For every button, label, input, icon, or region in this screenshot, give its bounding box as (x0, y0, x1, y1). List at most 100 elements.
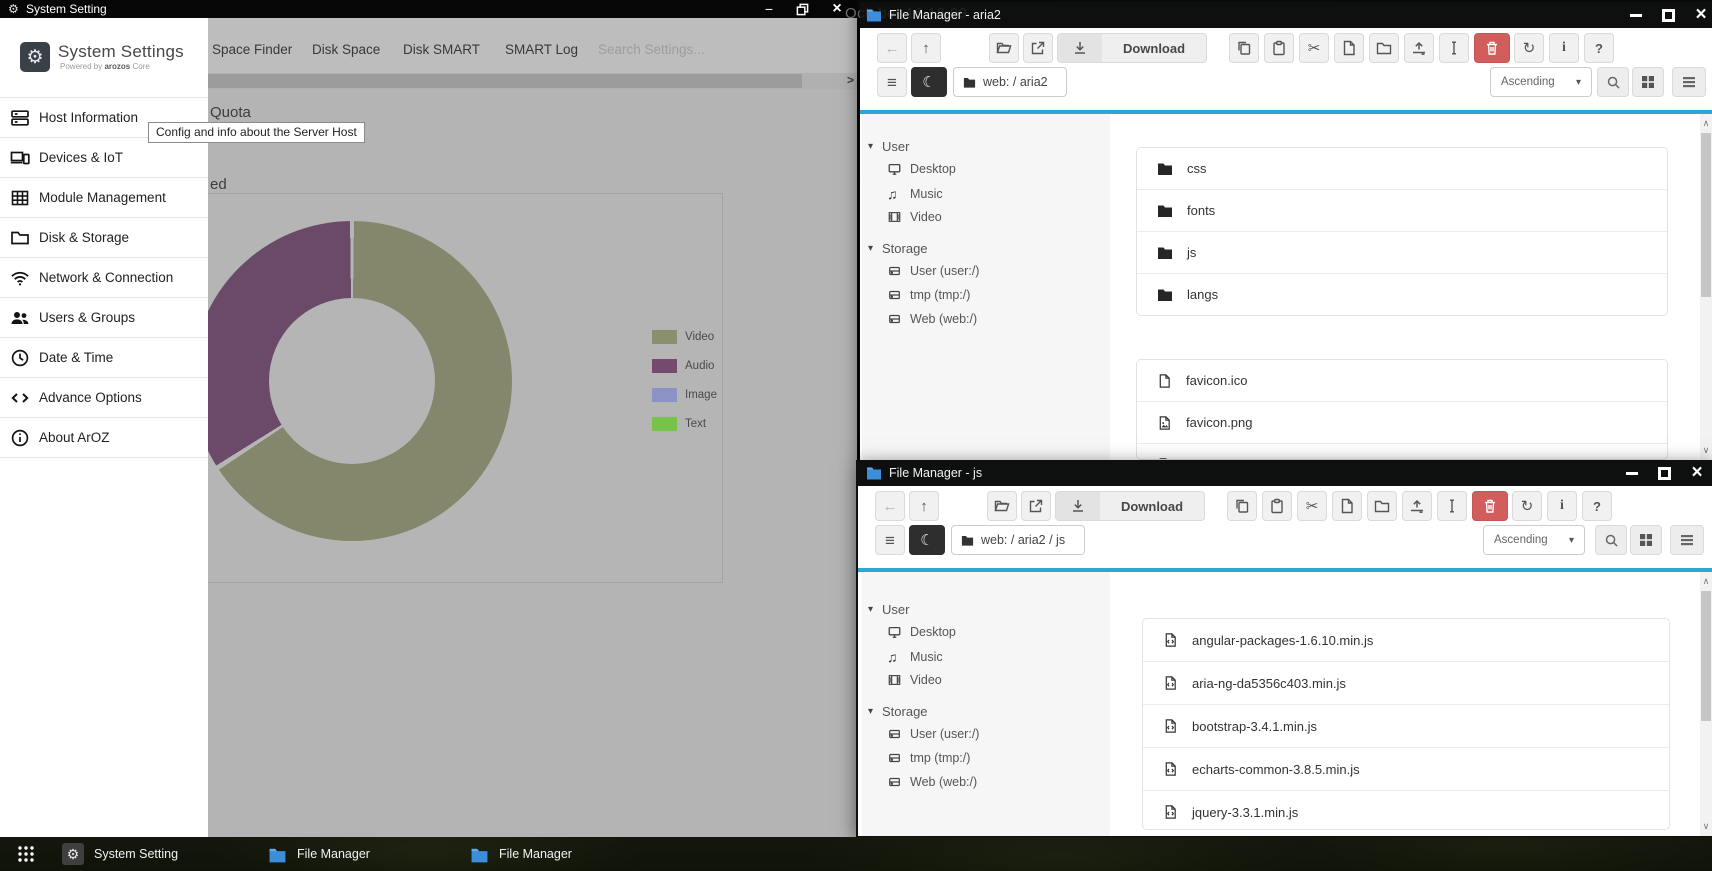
filemanager-titlebar[interactable]: File Manager - aria2 × (860, 2, 1712, 28)
scroll-up-icon[interactable]: ∧ (1700, 118, 1712, 129)
sidebar-item-network-connection[interactable]: Network & Connection (0, 258, 208, 298)
sidebar-item-about-aroz[interactable]: About ArOZ (0, 418, 208, 458)
sidebar-item-disk-storage[interactable]: Disk & Storage (0, 218, 208, 258)
open-external-button[interactable] (1023, 33, 1053, 63)
properties-button[interactable]: i (1549, 33, 1579, 63)
folder-row-fonts[interactable]: fonts (1137, 190, 1667, 232)
search-button[interactable] (1597, 67, 1629, 97)
list-view-button[interactable] (1672, 67, 1706, 97)
scroll-right-icon[interactable]: > (847, 73, 854, 87)
refresh-button[interactable]: ↻ (1512, 491, 1542, 521)
search-button[interactable] (1595, 525, 1627, 555)
maximize-button[interactable] (1658, 467, 1671, 480)
minimize-button[interactable]: − (758, 0, 780, 18)
vertical-scrollbar[interactable]: ∧ ∨ (1700, 114, 1712, 460)
app-launcher-button[interactable] (8, 837, 44, 871)
task-system-setting[interactable]: ⚙ System Setting (62, 837, 178, 871)
breadcrumb[interactable]: web: / aria2 (953, 67, 1067, 97)
file-row-index-html[interactable]: index.html (1137, 444, 1667, 460)
tree-section-storage[interactable]: ▾Storage (868, 241, 928, 256)
sidebar-item-module-management[interactable]: Module Management (0, 178, 208, 218)
rename-button[interactable] (1439, 33, 1469, 63)
close-button[interactable]: × (1686, 462, 1708, 484)
help-button[interactable]: ? (1584, 33, 1614, 63)
tab-disk-space[interactable]: Disk Space (312, 42, 380, 57)
tree-item-video[interactable]: Video (887, 673, 942, 687)
tree-item-user-drive[interactable]: User (user:/) (887, 727, 979, 741)
sidebar-item-advance-options[interactable]: Advance Options (0, 378, 208, 418)
tree-section-user[interactable]: ▾User (868, 139, 909, 154)
tree-section-storage[interactable]: ▾Storage (868, 704, 928, 719)
new-folder-button[interactable] (1369, 33, 1399, 63)
help-button[interactable]: ? (1582, 491, 1612, 521)
open-folder-button[interactable] (987, 491, 1017, 521)
vertical-scrollbar[interactable]: ∧ ∨ (1700, 572, 1712, 836)
paste-button[interactable] (1262, 491, 1292, 521)
list-view-button[interactable] (1670, 525, 1704, 555)
tab-smart-log[interactable]: SMART Log (505, 42, 578, 57)
file-row-favicon-ico[interactable]: favicon.ico (1137, 360, 1667, 402)
rename-button[interactable] (1437, 491, 1467, 521)
tree-item-tmp-drive[interactable]: tmp (tmp:/) (887, 288, 970, 302)
tabbar-horizontal-scrollbar[interactable]: > (208, 73, 857, 89)
settings-search-input[interactable]: Search Settings... (598, 42, 705, 57)
copy-button[interactable] (1229, 33, 1259, 63)
file-row-angular[interactable]: angular-packages-1.6.10.min.js (1143, 619, 1669, 662)
sidebar-item-users-groups[interactable]: Users & Groups (0, 298, 208, 338)
file-row-aria-ng[interactable]: aria-ng-da5356c403.min.js (1143, 662, 1669, 705)
folder-row-langs[interactable]: langs (1137, 274, 1667, 315)
delete-button[interactable] (1472, 491, 1508, 521)
legend-item-audio[interactable]: Audio (652, 359, 714, 373)
download-button[interactable]: Download (1057, 33, 1207, 63)
menu-button[interactable]: ≡ (875, 525, 905, 555)
grid-view-button[interactable] (1632, 67, 1664, 97)
tree-item-music[interactable]: ♫Music (887, 186, 943, 202)
breadcrumb[interactable]: web: / aria2 / js (951, 525, 1085, 555)
system-settings-titlebar[interactable]: ⚙ System Setting − × (0, 0, 857, 18)
up-button[interactable]: ↑ (909, 491, 939, 521)
cut-button[interactable]: ✂ (1297, 491, 1327, 521)
open-folder-button[interactable] (989, 33, 1019, 63)
tab-disk-smart[interactable]: Disk SMART (403, 42, 480, 57)
scroll-down-icon[interactable]: ∨ (1700, 445, 1712, 456)
refresh-button[interactable]: ↻ (1514, 33, 1544, 63)
delete-button[interactable] (1474, 33, 1510, 63)
paste-button[interactable] (1264, 33, 1294, 63)
dark-mode-button[interactable]: ☾ (909, 525, 945, 555)
properties-button[interactable]: i (1547, 491, 1577, 521)
tree-item-video[interactable]: Video (887, 210, 942, 224)
restore-button[interactable] (792, 2, 812, 16)
upload-button[interactable] (1402, 491, 1432, 521)
sort-order-select[interactable]: Ascending ▾ (1490, 67, 1592, 97)
close-button[interactable]: × (1690, 4, 1712, 26)
tree-item-web-drive[interactable]: Web (web:/) (887, 312, 977, 326)
sidebar-item-devices-iot[interactable]: Devices & IoT (0, 138, 208, 178)
tree-item-desktop[interactable]: Desktop (887, 162, 956, 176)
filemanager-titlebar[interactable]: File Manager - js × (858, 460, 1712, 486)
grid-view-button[interactable] (1630, 525, 1662, 555)
minimize-button[interactable] (1626, 472, 1638, 475)
menu-button[interactable]: ≡ (877, 67, 907, 97)
scrollbar-thumb[interactable] (208, 74, 802, 88)
upload-button[interactable] (1404, 33, 1434, 63)
folder-row-css[interactable]: css (1137, 148, 1667, 190)
maximize-button[interactable] (1662, 9, 1675, 22)
legend-item-image[interactable]: Image (652, 388, 717, 402)
dark-mode-button[interactable]: ☾ (911, 67, 947, 97)
copy-button[interactable] (1227, 491, 1257, 521)
file-row-favicon-png[interactable]: favicon.png (1137, 402, 1667, 444)
new-file-button[interactable] (1334, 33, 1364, 63)
tree-item-music[interactable]: ♫Music (887, 649, 943, 665)
scroll-up-icon[interactable]: ∧ (1700, 576, 1712, 587)
back-button[interactable]: ← (877, 33, 907, 63)
file-row-jquery[interactable]: jquery-3.3.1.min.js (1143, 791, 1669, 830)
minimize-button[interactable] (1630, 14, 1642, 17)
file-row-echarts[interactable]: echarts-common-3.8.5.min.js (1143, 748, 1669, 791)
download-button[interactable]: Download (1055, 491, 1205, 521)
file-row-bootstrap[interactable]: bootstrap-3.4.1.min.js (1143, 705, 1669, 748)
back-button[interactable]: ← (875, 491, 905, 521)
task-file-manager-1[interactable]: File Manager (268, 837, 370, 871)
new-folder-button[interactable] (1367, 491, 1397, 521)
scrollbar-thumb[interactable] (1701, 133, 1711, 297)
up-button[interactable]: ↑ (911, 33, 941, 63)
